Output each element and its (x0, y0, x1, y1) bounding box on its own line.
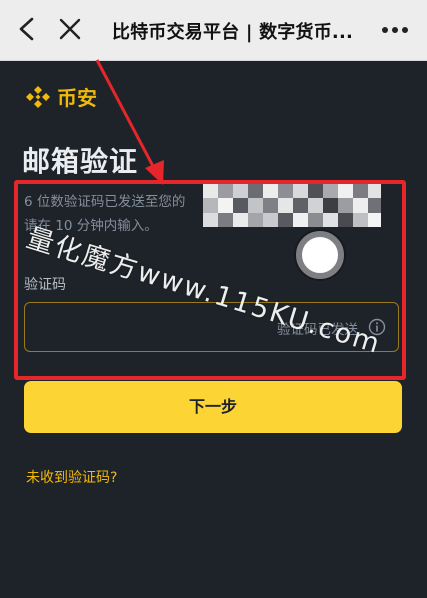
window-title: 比特币交易平台 | 数字货币... (112, 22, 354, 43)
verification-code-input[interactable] (35, 313, 259, 343)
verification-code-field[interactable]: 验证码已发送 (24, 302, 399, 352)
page-title: 邮箱验证 (22, 145, 139, 178)
top-bar: 比特币交易平台 | 数字货币... (0, 0, 427, 61)
brand-name: 币安 (57, 86, 97, 110)
code-sent-status: 验证码已发送 (277, 322, 358, 338)
next-button[interactable]: 下一步 (24, 381, 402, 433)
more-dots-icon[interactable] (377, 20, 413, 40)
description-line: 6 位数验证码已发送至您的 (24, 194, 186, 210)
verification-description: 6 位数验证码已发送至您的 请在 10 分钟内输入。 (24, 190, 214, 238)
chevron-left-icon[interactable] (14, 16, 40, 42)
close-icon[interactable] (58, 17, 82, 41)
info-circle-icon[interactable] (368, 318, 386, 336)
redacted-email (203, 183, 381, 227)
binance-logo-icon (26, 86, 50, 108)
touch-indicator (296, 231, 344, 279)
code-field-label: 验证码 (24, 277, 66, 293)
resend-code-link[interactable]: 未收到验证码? (26, 467, 117, 487)
description-line: 请在 10 分钟内输入。 (24, 218, 158, 234)
screen: 比特币交易平台 | 数字货币... 币安 邮箱验证 6 位数验证码已发送至您的 … (0, 0, 427, 598)
